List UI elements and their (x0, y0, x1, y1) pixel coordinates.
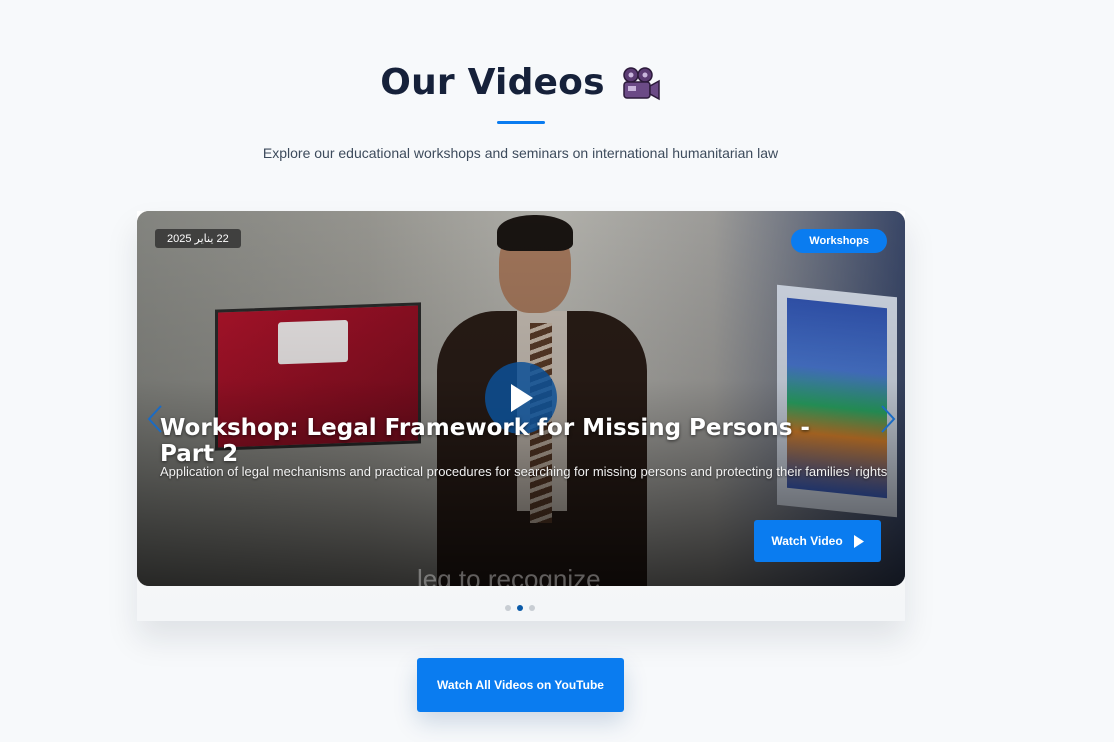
video-description: Application of legal mechanisms and prac… (160, 464, 888, 479)
carousel-dot[interactable] (505, 605, 511, 611)
video-caption: leg to recognize (417, 564, 601, 586)
watch-all-youtube-button[interactable]: Watch All Videos on YouTube (417, 658, 624, 712)
videos-section: Our Videos Explore our educational works… (0, 0, 1114, 742)
title-underline (497, 121, 545, 124)
prev-slide-arrow[interactable] (145, 404, 165, 434)
movie-camera-icon (621, 66, 661, 103)
carousel-dots (505, 605, 535, 611)
video-title: Workshop: Legal Framework for Missing Pe… (160, 415, 810, 467)
play-icon (511, 384, 533, 412)
watch-video-button[interactable]: Watch Video (754, 520, 881, 562)
section-title: Our Videos (380, 62, 605, 103)
chevron-left-icon (147, 405, 162, 433)
date-badge: 22 يناير 2025 (155, 229, 241, 248)
video-slide[interactable]: leg to recognize 22 يناير 2025 Workshops… (137, 211, 905, 586)
carousel-dot-active[interactable] (517, 605, 523, 611)
section-header: Our Videos (0, 62, 1041, 103)
next-slide-arrow[interactable] (878, 404, 898, 434)
section-subtitle: Explore our educational workshops and se… (262, 145, 779, 161)
category-badge[interactable]: Workshops (791, 229, 887, 253)
watch-video-label: Watch Video (771, 534, 843, 548)
carousel-dot[interactable] (529, 605, 535, 611)
play-icon (853, 534, 864, 548)
chevron-right-icon (881, 405, 896, 433)
